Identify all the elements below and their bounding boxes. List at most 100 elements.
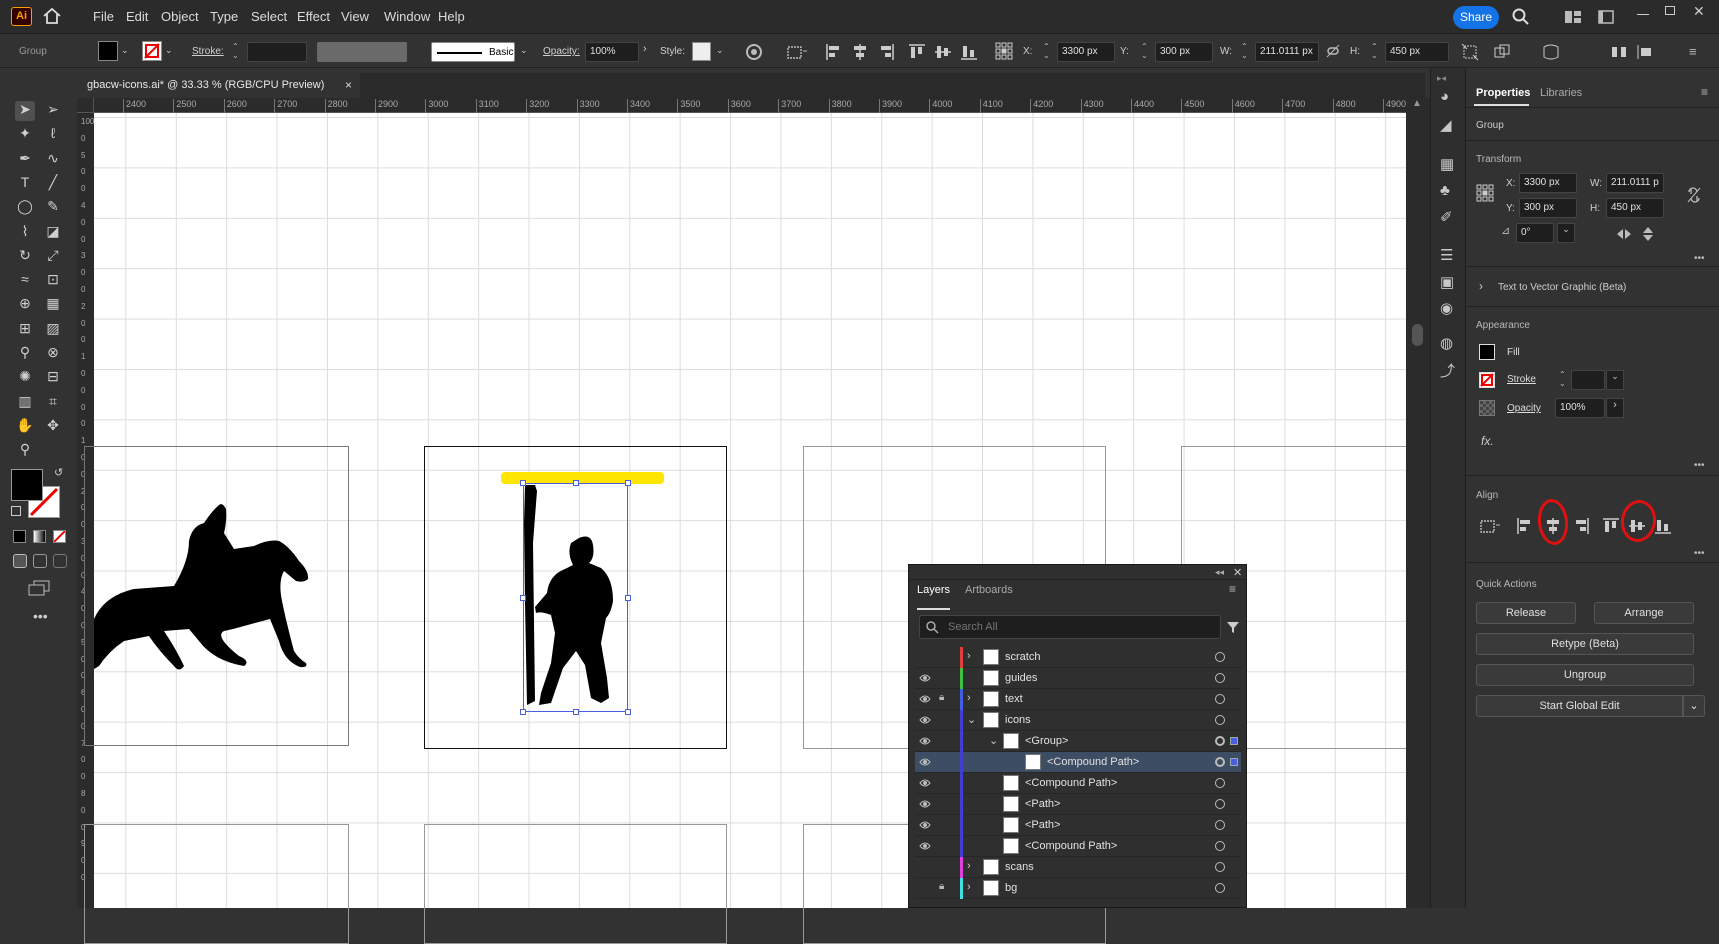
stroke-weight-stepper-icon[interactable]: ⌃ ⌄ xyxy=(1559,370,1566,388)
pen-tool-icon[interactable]: ✒ xyxy=(15,150,35,170)
layer-row[interactable]: 🔒︎ › bg xyxy=(915,878,1241,899)
ellipse-tool-icon[interactable]: ◯ xyxy=(15,198,35,218)
close-window-icon[interactable]: ✕ xyxy=(1693,3,1705,20)
chevron-right-icon[interactable]: › xyxy=(967,860,971,872)
w-stepper-icon[interactable]: ⌃ ⌄ xyxy=(1241,42,1248,60)
visibility-toggle[interactable] xyxy=(919,883,931,893)
menu-effect[interactable]: Effect xyxy=(297,9,330,24)
menu-file[interactable]: File xyxy=(93,9,114,24)
document-tab[interactable]: gbacw-icons.ai* @ 33.33 % (RGB/CPU Previ… xyxy=(77,73,360,98)
layers-search-box[interactable] xyxy=(919,615,1221,639)
brushes-icon[interactable]: ✐ xyxy=(1440,208,1453,226)
eye-icon[interactable] xyxy=(919,778,931,788)
chevron-down-icon[interactable]: ⌄ xyxy=(989,734,998,747)
start-global-edit-button[interactable]: Start Global Edit xyxy=(1476,695,1683,717)
none-mode-icon[interactable] xyxy=(53,530,66,543)
selection-handle[interactable] xyxy=(625,594,631,601)
close-panel-icon[interactable]: ✕ xyxy=(1233,566,1242,579)
lasso-tool-icon[interactable]: ℓ xyxy=(43,125,63,145)
align-horizontal-center-icon[interactable] xyxy=(851,43,869,61)
align-left-icon[interactable] xyxy=(825,43,843,61)
chevron-down-icon[interactable]: ⌄ xyxy=(165,45,173,56)
chevron-down-icon[interactable]: ⌄ xyxy=(716,45,724,56)
shaper-tool-icon[interactable]: ⌇ xyxy=(15,223,35,243)
target-icon[interactable] xyxy=(1215,652,1225,662)
home-icon[interactable] xyxy=(42,7,62,25)
selection-indicator[interactable] xyxy=(1230,737,1238,745)
flip-vertical-icon[interactable] xyxy=(1642,226,1654,242)
align-right-icon[interactable] xyxy=(1572,517,1590,535)
perspective-grid-tool-icon[interactable]: ▦ xyxy=(43,295,63,315)
symbol-sprayer-tool-icon[interactable]: ✺ xyxy=(15,368,35,388)
layer-row[interactable]: ⌄ icons xyxy=(915,710,1241,731)
transform-x-field[interactable]: 3300 px xyxy=(1519,173,1577,193)
chevron-down-icon[interactable]: ⌄ xyxy=(1557,223,1575,243)
brush-definition[interactable]: Basic xyxy=(431,42,515,62)
more-options-icon[interactable]: ••• xyxy=(1694,253,1705,264)
global-edit-options-button[interactable]: ⌄ xyxy=(1683,695,1705,717)
selection-handle[interactable] xyxy=(572,480,579,486)
stroke-weight-field[interactable] xyxy=(247,42,307,62)
column-graph-tool-icon[interactable]: ▥ xyxy=(15,393,35,413)
y-stepper-icon[interactable]: ⌃ ⌄ xyxy=(1141,42,1148,60)
appearance-opacity-field[interactable]: 100% xyxy=(1555,398,1605,418)
layer-row[interactable]: <Compound Path> xyxy=(915,773,1241,794)
chevron-right-icon[interactable]: › xyxy=(967,881,971,893)
eyedropper-tool-icon[interactable]: ⚲ xyxy=(15,344,35,364)
fill-color-box[interactable] xyxy=(11,469,43,501)
horse-rider-silhouette[interactable] xyxy=(94,501,314,701)
align-bottom-icon[interactable] xyxy=(1654,517,1672,535)
scroll-thumb[interactable] xyxy=(1412,324,1423,346)
target-icon[interactable] xyxy=(1215,778,1225,788)
flip-horizontal-icon[interactable] xyxy=(1616,228,1632,240)
share-button[interactable]: Share xyxy=(1453,6,1499,29)
layer-row[interactable]: <Compound Path> xyxy=(915,752,1241,773)
distribute-icon[interactable] xyxy=(1610,43,1628,61)
draw-inside-icon[interactable] xyxy=(53,554,67,568)
app-logo[interactable]: Ai xyxy=(11,7,32,26)
default-fill-stroke-icon[interactable] xyxy=(11,506,21,516)
zoom-tool-icon[interactable]: ⚲ xyxy=(15,441,35,461)
constrain-proportions-icon[interactable] xyxy=(1686,186,1702,204)
opacity-field[interactable]: 100% xyxy=(585,42,639,62)
swap-fill-stroke-icon[interactable]: ↺ xyxy=(54,466,63,479)
scroll-up-icon[interactable]: ▲ xyxy=(1412,98,1422,109)
artboard-tool-icon[interactable]: ⊟ xyxy=(43,368,63,388)
close-tab-icon[interactable]: × xyxy=(345,78,352,92)
stroke-panel-icon[interactable]: ☰ xyxy=(1440,246,1453,264)
lock-icon[interactable]: 🔒︎ xyxy=(939,692,944,703)
blend-tool-icon[interactable]: ⊗ xyxy=(43,344,63,364)
vertical-scrollbar[interactable]: ▲ xyxy=(1406,98,1430,908)
eye-icon[interactable] xyxy=(919,694,931,704)
line-segment-tool-icon[interactable]: ╱ xyxy=(43,174,63,194)
target-icon[interactable] xyxy=(1215,715,1225,725)
color-mode-icon[interactable] xyxy=(13,530,26,543)
layer-row[interactable]: guides xyxy=(915,668,1241,689)
slice-tool-icon[interactable]: ⌗ xyxy=(43,393,63,413)
eye-icon[interactable] xyxy=(919,736,931,746)
chevron-down-icon[interactable]: ⌄ xyxy=(121,45,129,56)
tab-libraries[interactable]: Libraries xyxy=(1540,87,1582,99)
curvature-tool-icon[interactable]: ∿ xyxy=(43,150,63,170)
filter-icon[interactable] xyxy=(1226,621,1240,634)
selection-handle[interactable] xyxy=(572,709,579,715)
recolor-artwork-icon[interactable] xyxy=(745,43,763,61)
gradient-tool-icon[interactable]: ▨ xyxy=(43,320,63,340)
layer-row[interactable]: <Path> xyxy=(915,815,1241,836)
w-field[interactable]: 211.0111 px xyxy=(1255,42,1319,62)
more-options-icon[interactable]: ••• xyxy=(1694,548,1705,559)
distribute-spacing-icon[interactable] xyxy=(1636,43,1658,61)
align-left-icon[interactable] xyxy=(1516,517,1534,535)
shape-builder-tool-icon[interactable]: ⊕ xyxy=(15,295,35,315)
visibility-toggle[interactable] xyxy=(919,652,931,662)
arrange-documents-icon[interactable] xyxy=(1598,10,1614,24)
tab-artboards[interactable]: Artboards xyxy=(965,584,1013,596)
transform-y-field[interactable]: 300 px xyxy=(1519,198,1577,218)
target-icon[interactable] xyxy=(1215,820,1225,830)
target-icon[interactable] xyxy=(1215,799,1225,809)
eye-icon[interactable] xyxy=(919,799,931,809)
panel-menu-icon[interactable]: ≡ xyxy=(1689,44,1697,59)
target-icon[interactable] xyxy=(1215,736,1225,746)
text-to-vector-expander[interactable]: Text to Vector Graphic (Beta) xyxy=(1498,282,1626,293)
target-icon[interactable] xyxy=(1215,694,1225,704)
